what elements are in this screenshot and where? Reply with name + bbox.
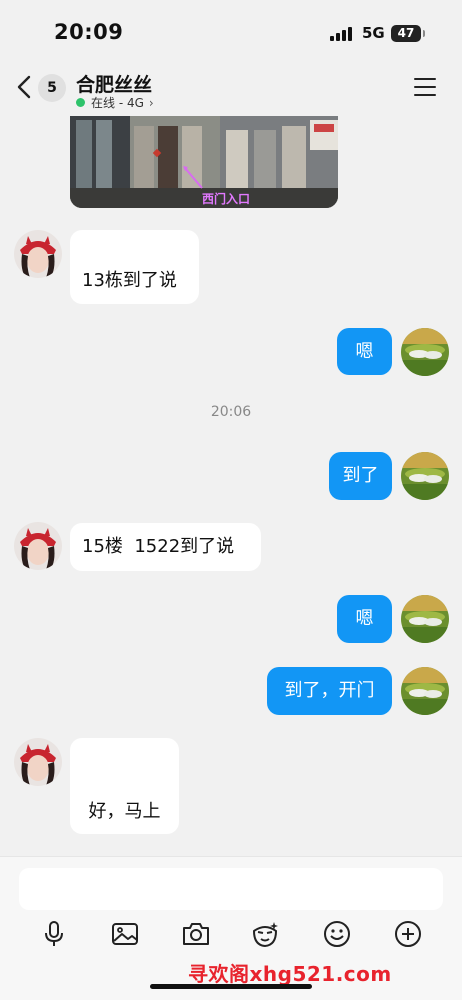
image-message[interactable]: 西门入口 [70, 116, 338, 208]
message-bubble[interactable]: 到了，开门 [267, 667, 392, 715]
message-text: 到了 [342, 465, 379, 486]
message-text: 嗯 [355, 340, 374, 362]
contact-avatar[interactable] [14, 522, 62, 570]
message-bubble[interactable]: 13栋到了说 [70, 230, 199, 304]
online-dot-icon [76, 98, 85, 107]
online-status-text: 在线 - 4G [91, 96, 144, 110]
my-avatar[interactable] [401, 328, 449, 376]
status-bar: 20:09 5G 47 [0, 0, 462, 62]
message-text: 13栋到了说 [82, 270, 177, 291]
message-timestamp: 20:06 [210, 404, 252, 420]
message-input[interactable] [19, 868, 443, 910]
microphone-icon[interactable] [39, 919, 69, 949]
contact-avatar[interactable] [14, 738, 62, 786]
image-icon[interactable] [110, 919, 140, 949]
watermark-text: 寻欢阁xhg521.com [188, 962, 392, 986]
message-text: 到了，开门 [284, 680, 375, 701]
message-text: 嗯 [355, 608, 374, 629]
signal-icon [330, 27, 354, 41]
avatar-image [401, 452, 449, 500]
plus-icon[interactable] [393, 919, 423, 949]
chat-header: 5 合肥丝丝 在线 - 4G › [0, 62, 462, 116]
contact-name[interactable]: 合肥丝丝 [76, 70, 152, 97]
message-bubble[interactable]: 好，马上 [70, 738, 179, 834]
message-text: 好，马上 [88, 801, 161, 822]
message-bubble[interactable]: 到了 [329, 452, 392, 500]
contact-avatar[interactable] [14, 230, 62, 278]
menu-icon[interactable] [414, 78, 436, 96]
battery-icon: 47 [391, 25, 425, 42]
emoji-icon[interactable] [322, 919, 352, 949]
my-avatar[interactable] [401, 667, 449, 715]
unread-count-badge[interactable]: 5 [38, 74, 66, 102]
camera-icon[interactable] [181, 919, 211, 949]
avatar-image [14, 522, 62, 570]
back-icon[interactable] [14, 74, 36, 100]
avatar-image [401, 667, 449, 715]
image-caption: 西门入口 [202, 192, 251, 206]
message-bubble[interactable]: 嗯 [337, 328, 392, 375]
avatar-image [401, 328, 449, 376]
chevron-right-icon: › [148, 95, 154, 110]
avatar-image [401, 595, 449, 643]
status-time: 20:09 [54, 20, 124, 44]
online-status[interactable]: 在线 - 4G › [76, 94, 154, 111]
message-bubble[interactable]: 嗯 [337, 595, 392, 643]
my-avatar[interactable] [401, 452, 449, 500]
message-text: 15楼 1522到了说 [82, 536, 235, 557]
sticker-icon[interactable] [250, 919, 280, 949]
avatar-image [14, 230, 62, 278]
my-avatar[interactable] [401, 595, 449, 643]
avatar-image [14, 738, 62, 786]
message-bubble[interactable]: 15楼 1522到了说 [70, 523, 261, 571]
home-indicator[interactable] [150, 984, 312, 989]
network-type: 5G [362, 24, 385, 42]
